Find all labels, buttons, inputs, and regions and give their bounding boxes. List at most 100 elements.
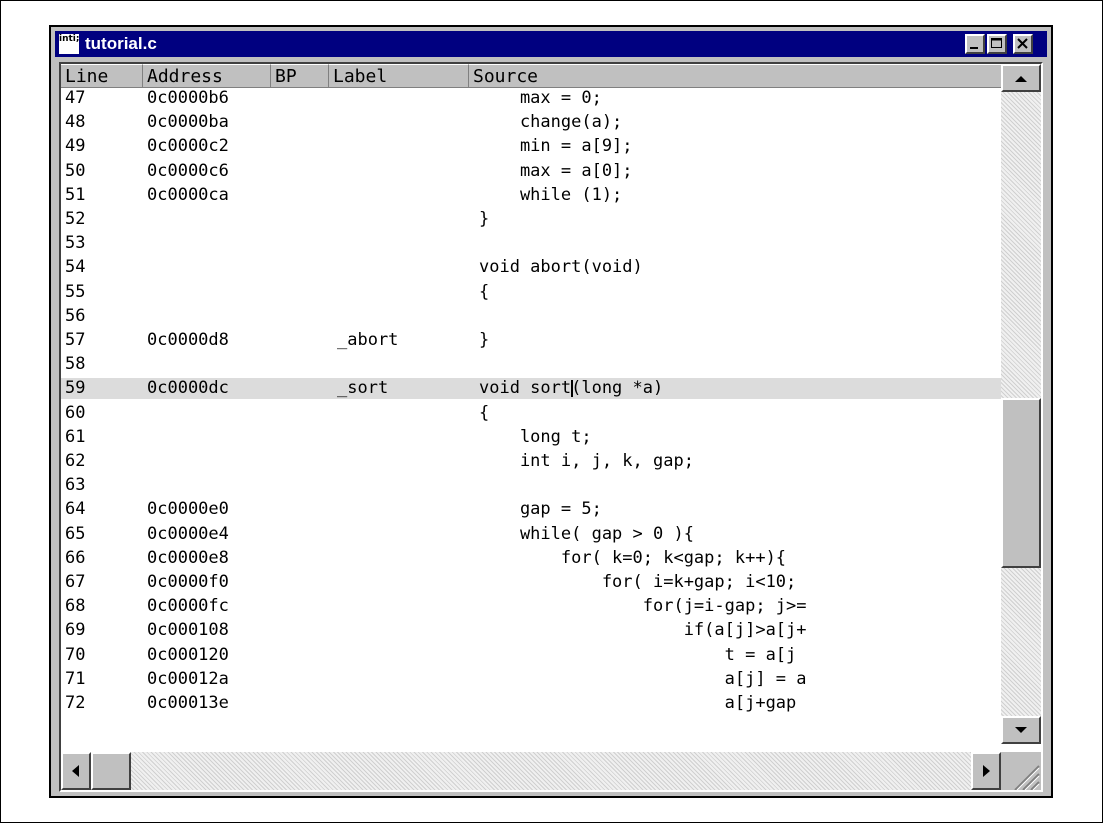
- line-number: 52: [65, 209, 86, 229]
- source-cell: t = a[j: [479, 644, 797, 665]
- scroll-left-button[interactable]: [61, 752, 91, 790]
- window-title: tutorial.c: [85, 34, 157, 53]
- line-number: 63: [65, 475, 86, 496]
- label-cell: _abort: [337, 330, 399, 350]
- table-row[interactable]: 49 0c0000c2 min = a[9];: [61, 136, 1001, 156]
- line-number: 71: [65, 668, 86, 689]
- line-number: 59: [65, 378, 86, 399]
- resize-grip[interactable]: [1001, 752, 1041, 790]
- table-row[interactable]: 57 0c0000d8 _abort}: [61, 330, 1001, 350]
- horizontal-scrollbar[interactable]: [61, 752, 1001, 790]
- table-row[interactable]: 67 0c0000f0 for( i=k+gap; i<10;: [61, 572, 1001, 592]
- table-row[interactable]: 50 0c0000c6 max = a[0];: [61, 161, 1001, 181]
- line-number: 67: [65, 572, 86, 592]
- column-header-address[interactable]: Address: [143, 64, 271, 88]
- line-number: 68: [65, 596, 86, 617]
- table-row[interactable]: 72 0c00013e a[j+gap: [61, 693, 1001, 713]
- close-button[interactable]: [1013, 34, 1033, 54]
- line-number: 54: [65, 257, 86, 278]
- address-cell: 0c00013e: [147, 693, 229, 713]
- address-cell: 0c0000d8: [147, 330, 229, 350]
- table-row[interactable]: 63: [61, 475, 1001, 495]
- label-cell: _sort: [337, 378, 389, 399]
- scroll-down-button[interactable]: [1001, 716, 1041, 744]
- source-cell: {: [479, 402, 490, 423]
- address-cell: 0c000108: [147, 620, 229, 641]
- maximize-icon: [991, 38, 1002, 48]
- table-row[interactable]: 51 0c0000ca while (1);: [61, 185, 1001, 205]
- horizontal-scroll-thumb[interactable]: [91, 752, 131, 790]
- source-cell: if(a[j]>a[j+: [479, 620, 807, 641]
- column-header-source[interactable]: Source: [469, 64, 1001, 88]
- minimize-button[interactable]: [965, 34, 985, 54]
- address-cell: 0c0000f0: [147, 572, 229, 592]
- table-row[interactable]: 56: [61, 306, 1001, 326]
- column-header-label[interactable]: Label: [329, 64, 469, 88]
- table-row[interactable]: 65 0c0000e4 while( gap > 0 ){: [61, 524, 1001, 544]
- source-cell: {: [479, 281, 490, 302]
- table-row-selected[interactable]: 59 0c0000dc _sort void sort(long *a): [61, 378, 1001, 399]
- source-cell: change(a);: [479, 112, 623, 133]
- line-number: 49: [65, 136, 86, 157]
- table-row[interactable]: 47 0c0000b6 max = 0;: [61, 88, 1001, 108]
- line-number: 69: [65, 620, 86, 641]
- table-row[interactable]: 71 0c00012a a[j] = a: [61, 669, 1001, 689]
- source-cell: void abort(void): [479, 257, 643, 278]
- table-row[interactable]: 68 0c0000fc for(j=i-gap; j>=: [61, 596, 1001, 616]
- source-view[interactable]: Line Address BP Label Source 47 0c0000b6 …: [59, 62, 1043, 792]
- address-cell: 0c0000fc: [147, 596, 229, 617]
- arrow-left-icon: [72, 765, 79, 777]
- table-row[interactable]: 52}: [61, 209, 1001, 229]
- column-header: Line Address BP Label Source: [61, 64, 1001, 88]
- table-row[interactable]: 69 0c000108 if(a[j]>a[j+: [61, 620, 1001, 640]
- scroll-right-button[interactable]: [971, 752, 1001, 790]
- address-cell: 0c0000ba: [147, 112, 229, 133]
- table-row[interactable]: 62 int i, j, k, gap;: [61, 451, 1001, 471]
- source-cell: for(j=i-gap; j>=: [479, 596, 807, 617]
- line-number: 58: [65, 354, 86, 375]
- close-icon: [1017, 38, 1028, 49]
- line-number: 61: [65, 426, 86, 447]
- line-number: 60: [65, 402, 86, 423]
- table-row[interactable]: 55 {: [61, 282, 1001, 302]
- address-cell: 0c0000e8: [147, 547, 229, 568]
- source-cell: while( gap > 0 ){: [479, 523, 694, 544]
- line-number: 53: [65, 233, 86, 254]
- text-caret: [570, 380, 573, 398]
- table-row[interactable]: 58: [61, 354, 1001, 374]
- line-number: 57: [65, 330, 86, 350]
- column-header-line[interactable]: Line: [61, 64, 143, 88]
- resize-grip-icon: [1014, 765, 1040, 790]
- source-cell: a[j+gap: [479, 693, 797, 713]
- column-header-bp[interactable]: BP: [271, 64, 329, 88]
- table-row[interactable]: 54 void abort(void): [61, 257, 1001, 277]
- source-cell: int i, j, k, gap;: [479, 451, 694, 471]
- address-cell: 0c0000c6: [147, 160, 229, 181]
- address-cell: 0c0000c2: [147, 136, 229, 157]
- table-row[interactable]: 53: [61, 233, 1001, 253]
- line-number: 65: [65, 523, 86, 544]
- table-row[interactable]: 61 long t;: [61, 427, 1001, 447]
- line-number: 55: [65, 281, 86, 302]
- vertical-scrollbar[interactable]: [1001, 64, 1041, 744]
- table-row[interactable]: 70 0c000120 t = a[j: [61, 645, 1001, 665]
- line-number: 66: [65, 547, 86, 568]
- title-bar[interactable]: inti; tutorial.c: [55, 31, 1047, 57]
- maximize-button[interactable]: [987, 34, 1007, 54]
- source-cell: }: [479, 330, 490, 350]
- source-cell: min = a[9];: [479, 136, 633, 157]
- line-number: 48: [65, 112, 86, 133]
- address-cell: 0c0000b6: [147, 88, 229, 108]
- minimize-icon: [970, 47, 978, 49]
- table-row[interactable]: 60 {: [61, 403, 1001, 423]
- source-cell: a[j] = a: [479, 668, 807, 689]
- vertical-scroll-thumb[interactable]: [1001, 398, 1041, 568]
- line-number: 62: [65, 451, 86, 471]
- inti-app-icon[interactable]: inti;: [59, 34, 79, 54]
- table-row[interactable]: 48 0c0000ba change(a);: [61, 112, 1001, 132]
- table-row[interactable]: 64 0c0000e0 gap = 5;: [61, 499, 1001, 519]
- table-row[interactable]: 66 0c0000e8 for( k=0; k<gap; k++){: [61, 548, 1001, 568]
- scroll-up-button[interactable]: [1001, 64, 1041, 92]
- line-number: 70: [65, 644, 86, 665]
- source-cell: for( k=0; k<gap; k++){: [479, 547, 787, 568]
